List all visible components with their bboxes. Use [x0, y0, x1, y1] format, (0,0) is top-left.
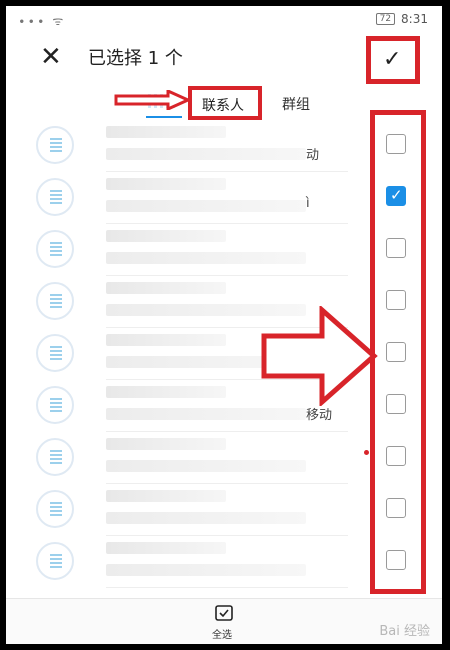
select-all-icon[interactable] [215, 605, 233, 621]
watermark: Bai 经验 [379, 624, 430, 639]
selection-title: 已选择 1 个 [88, 48, 183, 69]
contact-name-redacted [106, 542, 226, 554]
contact-number-redacted [106, 252, 306, 264]
status-time: 8:31 [401, 12, 428, 26]
contact-name-redacted [106, 126, 226, 138]
contact-avatar [36, 386, 74, 424]
contact-avatar [36, 282, 74, 320]
contact-number-redacted [106, 460, 306, 472]
selection-header: ✕ 已选择 1 个 ✓ [6, 36, 442, 84]
battery-indicator: 72 [375, 13, 396, 25]
contact-avatar [36, 542, 74, 580]
contact-name-redacted [106, 282, 226, 294]
tab-contacts-highlight: 联系人 [188, 86, 262, 120]
contact-number-redacted [106, 200, 306, 212]
contact-name-redacted [106, 178, 226, 190]
signal-icons: ∙∙∙ ᯤ [18, 14, 66, 28]
status-bar: ∙∙∙ ᯤ 72 8:31 [6, 6, 442, 32]
contact-name-redacted [106, 490, 226, 502]
contact-name-redacted [106, 334, 226, 346]
contact-number-redacted [106, 148, 306, 160]
tab-groups[interactable]: 群组 [282, 94, 310, 114]
contact-avatar [36, 230, 74, 268]
check-icon[interactable]: ✓ [383, 47, 401, 72]
tab-contacts[interactable]: 联系人 [202, 95, 244, 115]
contact-number-redacted [106, 564, 306, 576]
contact-avatar [36, 490, 74, 528]
bottom-toolbar: 全选 Bai 经验 [6, 598, 442, 644]
contact-avatar [36, 438, 74, 476]
contact-number-redacted [106, 512, 306, 524]
annotation-arrow-large [261, 306, 378, 406]
tab-active-indicator [146, 116, 182, 118]
contact-note: 动 [306, 148, 320, 163]
contact-note: 移动 [306, 408, 333, 423]
contact-number-redacted [106, 408, 306, 420]
close-icon[interactable]: ✕ [40, 42, 62, 72]
contact-avatar [36, 178, 74, 216]
contact-avatar [36, 126, 74, 164]
contact-name-redacted [106, 386, 226, 398]
row-divider [106, 587, 348, 588]
contact-note: ì [306, 196, 310, 211]
phone-screen: ∙∙∙ ᯤ 72 8:31 ✕ 已选择 1 个 ✓ 联系人 群组 动 ì 移动 全选 [6, 6, 442, 644]
select-all-label[interactable]: 全选 [212, 626, 232, 641]
annotation-dot [364, 450, 369, 455]
contact-avatar [36, 334, 74, 372]
annotation-arrow-small [114, 90, 190, 110]
contact-name-redacted [106, 438, 226, 450]
contact-name-redacted [106, 230, 226, 242]
confirm-highlight-box: ✓ [366, 36, 420, 84]
checkbox-column-highlight [370, 110, 426, 594]
status-right: 72 8:31 [375, 12, 428, 26]
